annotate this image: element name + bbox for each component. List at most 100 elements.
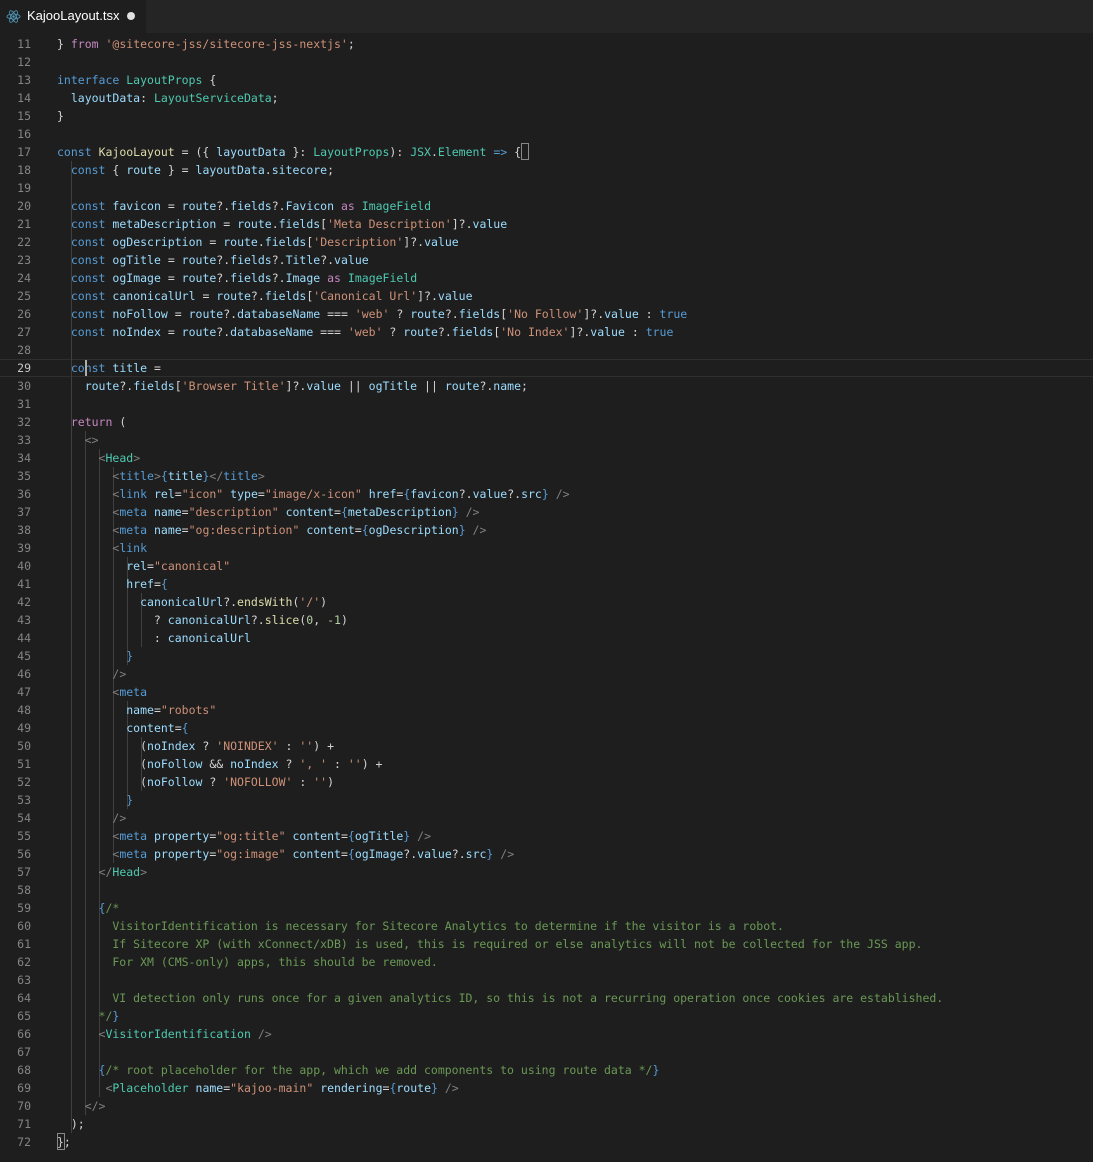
code-text: return ( [57,413,126,431]
code-line[interactable]: 24 const ogImage = route?.fields?.Image … [0,269,1093,287]
code-token: href [126,577,154,591]
code-line[interactable]: 26 const noFollow = route?.databaseName … [0,305,1093,323]
code-token: = [153,703,161,717]
code-line[interactable]: 54 /> [0,809,1093,827]
code-line[interactable]: 39 <link [0,539,1093,557]
code-token: ImageField [361,199,432,213]
code-editor[interactable]: 11} from '@sitecore-jss/sitecore-jss-nex… [0,33,1093,1162]
code-line[interactable]: 22 const ogDescription = route.fields['D… [0,233,1093,251]
code-line[interactable]: 38 <meta name="og:description" content={… [0,521,1093,539]
line-number: 29 [17,361,31,375]
code-token: = [354,523,362,537]
code-line[interactable]: 68 {/* root placeholder for the app, whi… [0,1061,1093,1079]
code-line[interactable]: 66 <VisitorIdentification /> [0,1025,1093,1043]
line-number: 20 [17,199,31,213]
line-number: 27 [17,325,31,339]
code-line[interactable]: 42 canonicalUrl?.endsWith('/') [0,593,1093,611]
code-line[interactable]: 37 <meta name="description" content={met… [0,503,1093,521]
code-token: { [105,163,127,177]
code-token: JSX [410,145,431,159]
code-line[interactable]: 35 <title>{title}</title> [0,467,1093,485]
code-line[interactable]: 65 */} [0,1007,1093,1025]
code-line[interactable]: 13 interface LayoutProps { [0,71,1093,89]
code-line[interactable]: 61 If Sitecore XP (with xConnect/xDB) is… [0,935,1093,953]
code-line[interactable]: 14 layoutData: LayoutServiceData; [0,89,1093,107]
code-line[interactable]: 20 const favicon = route?.fields?.Favico… [0,197,1093,215]
code-line[interactable]: 25 const canonicalUrl = route?.fields['C… [0,287,1093,305]
code-line[interactable]: 45 } [0,647,1093,665]
code-line[interactable]: 18 const { route } = layoutData.sitecore… [0,161,1093,179]
code-line[interactable]: 59 {/* [0,899,1093,917]
code-line[interactable]: 40 rel="canonical" [0,557,1093,575]
code-token: route [410,307,445,321]
code-line[interactable]: 21 const metaDescription = route.fields[… [0,215,1093,233]
code-token: route [216,289,251,303]
code-line[interactable]: 48 name="robots" [0,701,1093,719]
code-token: 'NOINDEX' [216,739,279,753]
code-line[interactable]: 52 (noFollow ? 'NOFOLLOW' : '') [0,773,1093,791]
code-token: value [590,325,625,339]
code-line[interactable]: 44 : canonicalUrl [0,629,1093,647]
code-token: For XM (CMS-only) apps, this should be r… [57,955,438,969]
code-line[interactable]: 30 route?.fields['Browser Title']?.value… [0,377,1093,395]
code-token: = [202,235,224,249]
code-line[interactable]: 71 ); [0,1115,1093,1133]
code-line[interactable]: 41 href={ [0,575,1093,593]
code-line[interactable]: 56 <meta property="og:image" content={og… [0,845,1093,863]
code-token: === [313,325,348,339]
code-line[interactable]: 29 const title = [0,359,1093,377]
code-line[interactable]: 34 <Head> [0,449,1093,467]
code-line[interactable]: 12 [0,53,1093,71]
code-token: endsWith [237,595,293,609]
code-line[interactable]: 67 [0,1043,1093,1061]
code-token: const [70,325,106,339]
code-token: VisitorIdentification [105,1027,251,1041]
code-token: Element [437,145,487,159]
code-line[interactable]: 19 [0,179,1093,197]
code-line[interactable]: 60 VisitorIdentification is necessary fo… [0,917,1093,935]
code-line[interactable]: 17 const KajooLayout = ({ layoutData }: L… [0,143,1093,161]
code-token: ]?. [569,325,591,339]
code-line[interactable]: 36 <link rel="icon" type="image/x-icon" … [0,485,1093,503]
code-line[interactable]: 32 return ( [0,413,1093,431]
unsaved-dot-icon[interactable] [127,12,135,20]
code-line[interactable]: 50 (noIndex ? 'NOINDEX' : '') + [0,737,1093,755]
code-line[interactable]: 23 const ogTitle = route?.fields?.Title?… [0,251,1093,269]
code-line[interactable]: 64 VI detection only runs once for a giv… [0,989,1093,1007]
code-line[interactable]: 49 content={ [0,719,1093,737]
code-text: const ogDescription = route.fields['Desc… [57,233,459,251]
code-line[interactable]: 11} from '@sitecore-jss/sitecore-jss-nex… [0,35,1093,53]
code-line[interactable]: 55 <meta property="og:title" content={og… [0,827,1093,845]
code-line[interactable]: 16 [0,125,1093,143]
code-line[interactable]: 58 [0,881,1093,899]
code-token: . [257,235,265,249]
code-line[interactable]: 31 [0,395,1093,413]
code-token: 'Meta Description' [327,217,452,231]
code-line[interactable]: 33 <> [0,431,1093,449]
code-token: ?. [223,307,238,321]
code-line[interactable]: 46 /> [0,665,1093,683]
code-line[interactable]: 43 ? canonicalUrl?.slice(0, -1) [0,611,1093,629]
code-token: ): [389,145,411,159]
code-line[interactable]: 51 (noFollow && noIndex ? ', ' : '') + [0,755,1093,773]
code-line[interactable]: 27 const noIndex = route?.databaseName =… [0,323,1093,341]
line-number: 57 [17,865,31,879]
code-line[interactable]: 72}; [0,1133,1093,1151]
code-text: layoutData: LayoutServiceData; [57,89,279,107]
code-line[interactable]: 47 <meta [0,683,1093,701]
code-line[interactable]: 53 } [0,791,1093,809]
line-number: 12 [17,55,31,69]
line-number: 44 [17,631,31,645]
code-line[interactable]: 70 </> [0,1097,1093,1115]
line-number: 51 [17,757,31,771]
code-line[interactable]: 57 </Head> [0,863,1093,881]
code-line[interactable]: 63 [0,971,1093,989]
code-token: > [140,865,148,879]
code-line[interactable]: 69 <Placeholder name="kajoo-main" render… [0,1079,1093,1097]
tab-kajoolayout[interactable]: KajooLayout.tsx [0,0,146,33]
code-line[interactable]: 15} [0,107,1093,125]
code-line[interactable]: 62 For XM (CMS-only) apps, this should b… [0,953,1093,971]
code-token: } [57,109,64,123]
code-line[interactable]: 28 [0,341,1093,359]
